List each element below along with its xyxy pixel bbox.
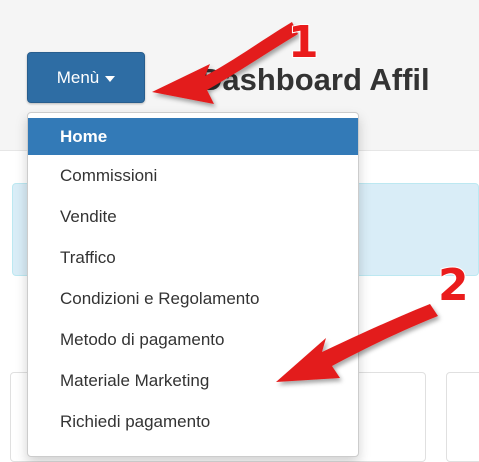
- page-title: Dashboard Affil: [200, 62, 430, 97]
- menu-button-label: Menù: [56, 67, 100, 87]
- menu-item-label: Traffico: [60, 248, 116, 267]
- menu-item-label: Materiale Marketing: [60, 371, 210, 390]
- menu-item-label: Vendite: [60, 207, 117, 226]
- menu-item-home[interactable]: Home: [28, 118, 358, 155]
- menu-dropdown: Home Commissioni Vendite Traffico Condiz…: [27, 112, 359, 457]
- menu-item-vendite[interactable]: Vendite: [28, 196, 358, 237]
- menu-item-richiedi-pagamento[interactable]: Richiedi pagamento: [28, 401, 358, 442]
- menu-item-label: Condizioni e Regolamento: [60, 289, 260, 308]
- menu-dropdown-button[interactable]: Menù: [27, 52, 145, 103]
- menu-item-label: Metodo di pagamento: [60, 330, 225, 349]
- caret-down-icon: [105, 75, 116, 82]
- menu-item-label: Home: [60, 127, 108, 146]
- menu-item-label: Richiedi pagamento: [60, 412, 211, 431]
- menu-item-commissioni[interactable]: Commissioni: [28, 155, 358, 196]
- menu-item-materiale-marketing[interactable]: Materiale Marketing: [28, 360, 358, 401]
- content-panel-side: [446, 372, 479, 462]
- menu-item-traffico[interactable]: Traffico: [28, 237, 358, 278]
- menu-item-condizioni[interactable]: Condizioni e Regolamento: [28, 278, 358, 319]
- menu-item-metodo-pagamento[interactable]: Metodo di pagamento: [28, 319, 358, 360]
- menu-item-label: Commissioni: [60, 166, 158, 185]
